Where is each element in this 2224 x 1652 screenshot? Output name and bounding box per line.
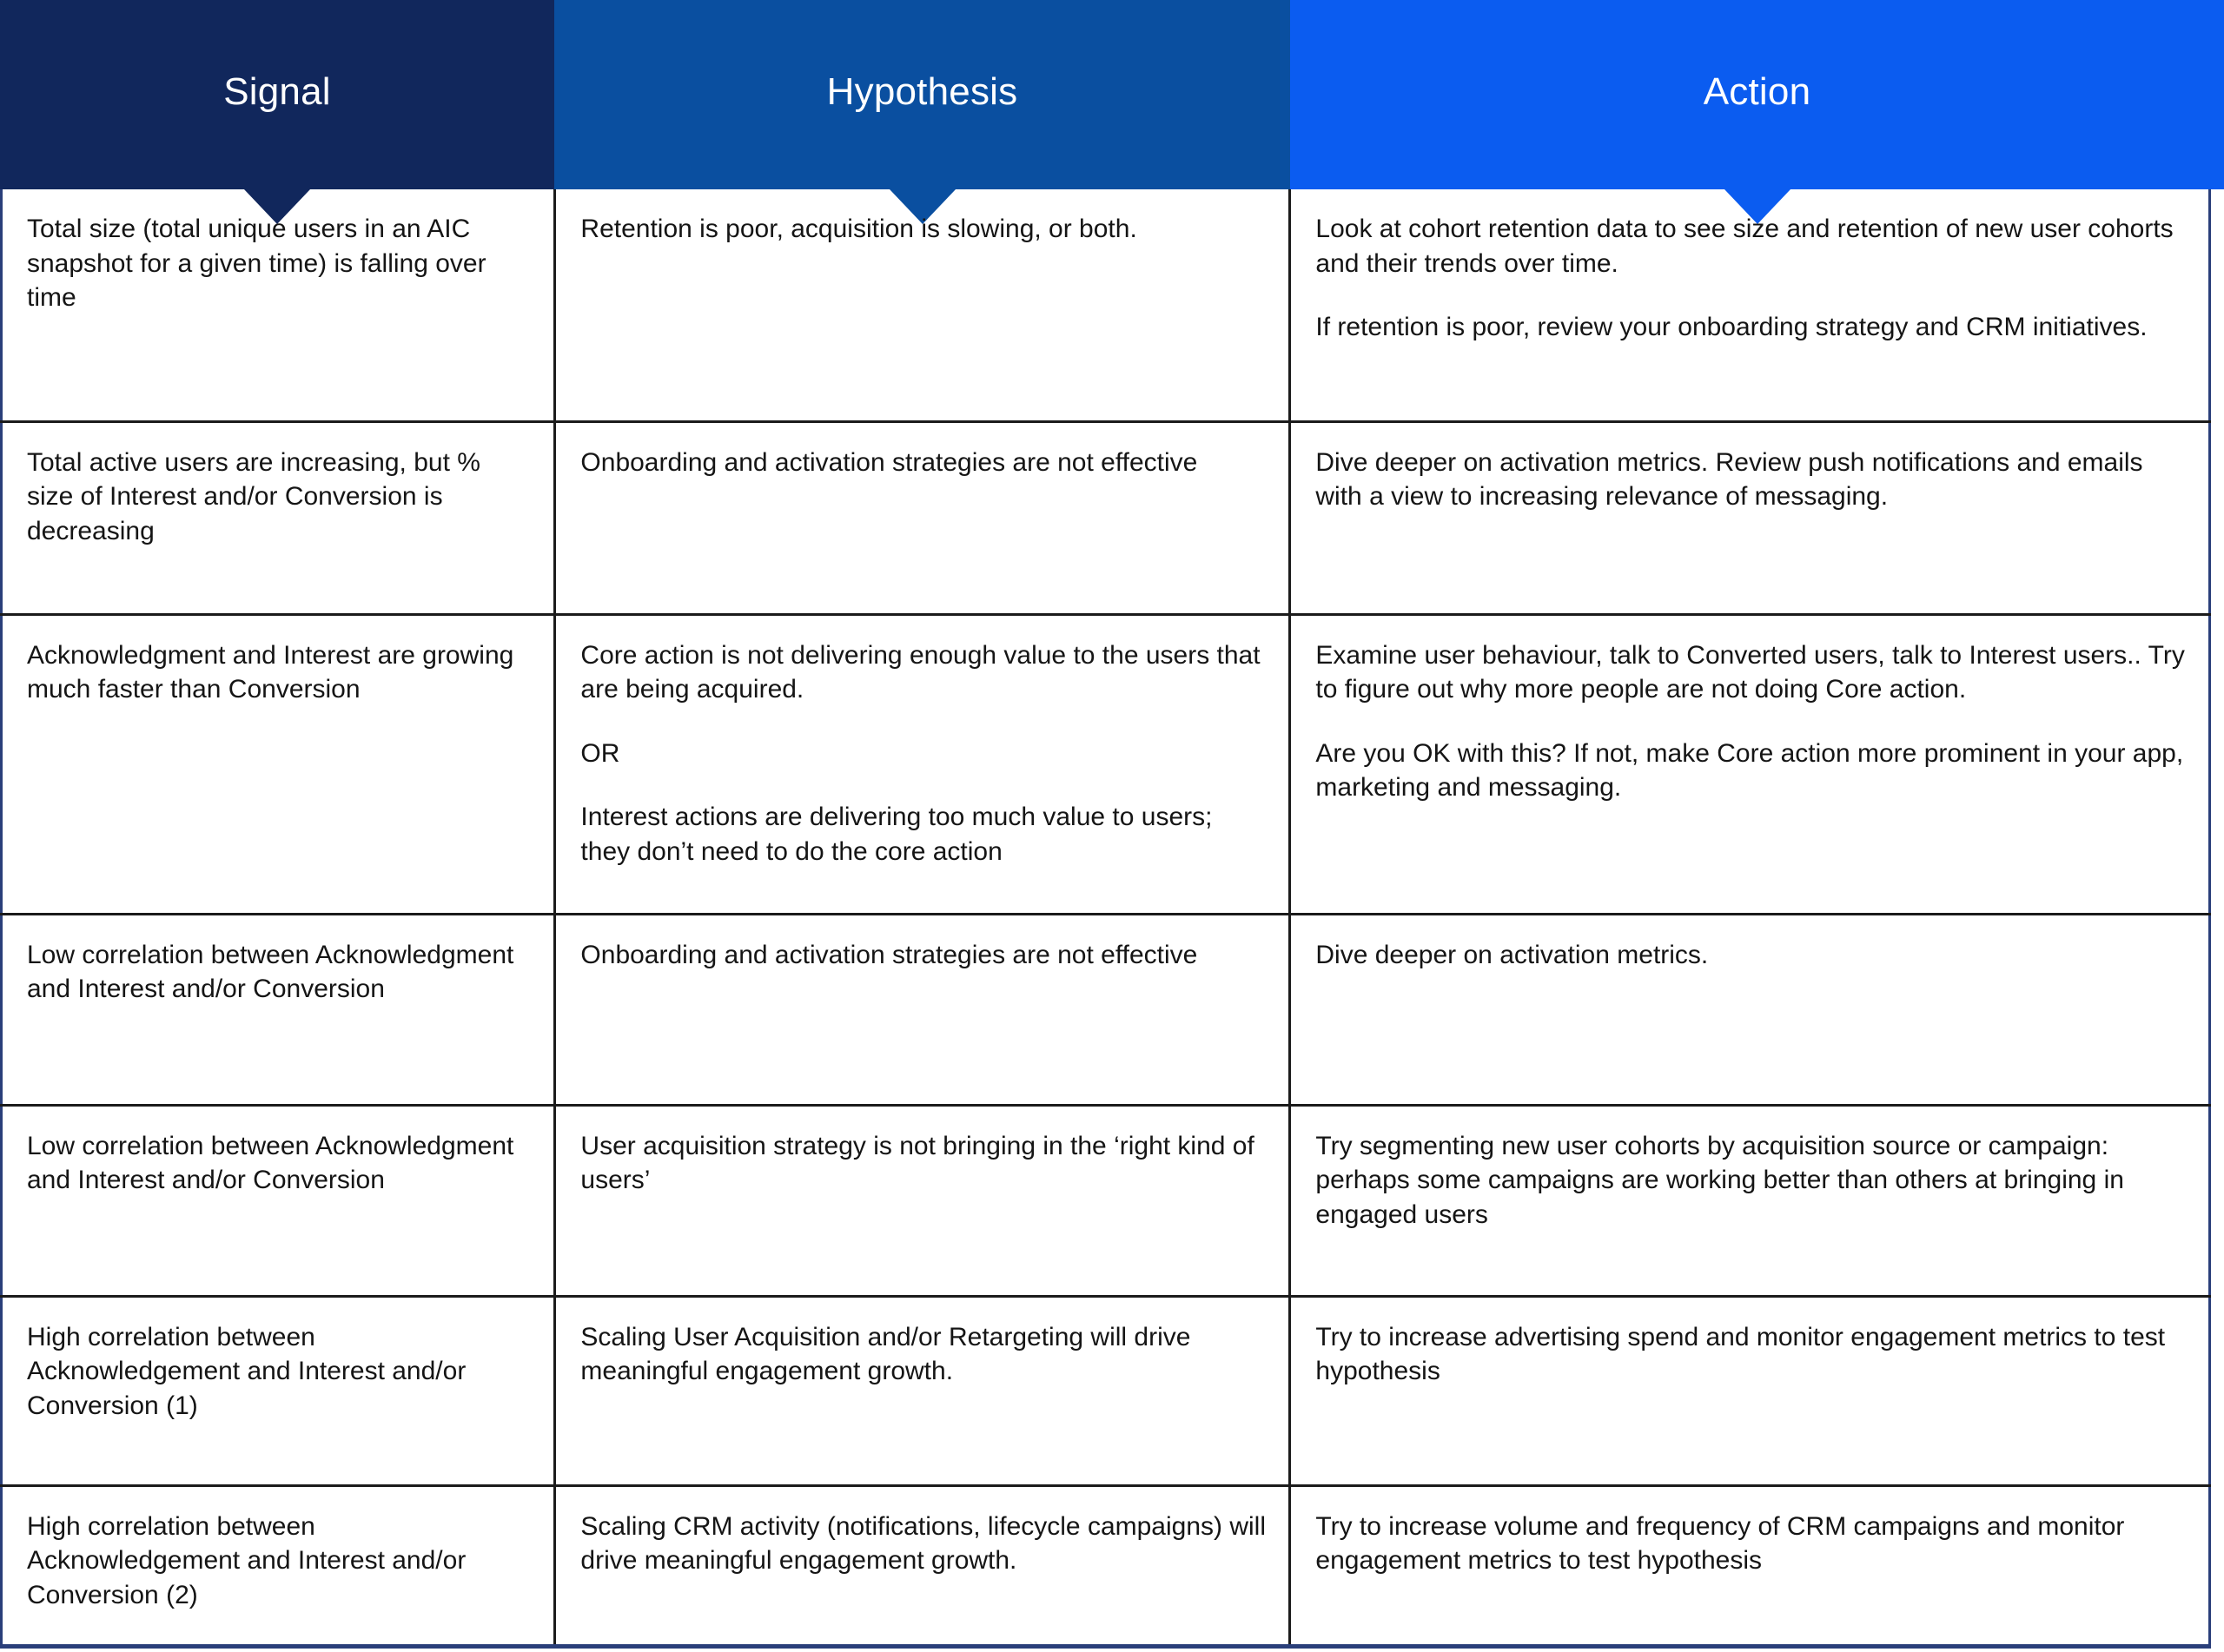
column-header-hypothesis-label: Hypothesis	[826, 70, 1018, 113]
hypothesis-text-2: Interest actions are delivering too much…	[580, 803, 1213, 866]
action-text-1: Examine user behaviour, talk to Converte…	[1315, 640, 2185, 704]
cell-hypothesis: Core action is not delivering enough val…	[554, 614, 1292, 915]
cell-action: Try segmenting new user cohorts by acqui…	[1289, 1105, 2210, 1298]
signal-hypothesis-action-table: Total size (total unique users in an AIC…	[0, 189, 2211, 1649]
action-text-2: Are you OK with this? If not, make Core …	[1315, 738, 2184, 803]
hypothesis-text: User acquisition strategy is not bringin…	[580, 1131, 1254, 1195]
hypothesis-text: Onboarding and activation strategies are…	[580, 447, 1198, 477]
table-row: Low correlation between Acknowledgment a…	[1, 914, 2210, 1107]
column-header-hypothesis: Hypothesis	[554, 0, 1290, 224]
column-header-action: Action	[1290, 0, 2224, 224]
table-header-band: Signal Hypothesis Action	[0, 0, 2224, 224]
signal-text: Low correlation between Acknowledgment a…	[27, 940, 514, 1004]
hypothesis-text-1: Core action is not delivering enough val…	[580, 640, 1261, 704]
table-row: Total size (total unique users in an AIC…	[1, 189, 2210, 423]
action-text-1: Try to increase volume and frequency of …	[1315, 1511, 2125, 1576]
hypothesis-or-separator: OR	[580, 738, 620, 768]
cell-action: Dive deeper on activation metrics. Revie…	[1289, 421, 2210, 616]
signal-text: Total active users are increasing, but %…	[27, 447, 480, 545]
signal-text: High correlation between Acknowledgement…	[27, 1322, 467, 1420]
hypothesis-text: Retention is poor, acquisition is slowin…	[580, 215, 1137, 243]
table-row: High correlation between Acknowledgement…	[1, 1485, 2210, 1646]
cell-signal: Low correlation between Acknowledgment a…	[1, 1105, 557, 1298]
cell-hypothesis: Retention is poor, acquisition is slowin…	[554, 189, 1292, 423]
cell-hypothesis: Scaling CRM activity (notifications, lif…	[554, 1485, 1292, 1646]
cell-action: Try to increase advertising spend and mo…	[1289, 1296, 2210, 1487]
action-text-1: Dive deeper on activation metrics.	[1315, 940, 1709, 969]
cell-signal: Acknowledgment and Interest are growing …	[1, 614, 557, 915]
cell-hypothesis: Onboarding and activation strategies are…	[554, 421, 1292, 616]
signal-text: Total size (total unique users in an AIC…	[27, 215, 486, 313]
column-header-signal-label: Signal	[223, 70, 331, 113]
cell-action: Look at cohort retention data to see siz…	[1289, 189, 2210, 423]
cell-action: Try to increase volume and frequency of …	[1290, 1485, 2210, 1646]
hypothesis-text: Scaling CRM activity (notifications, lif…	[580, 1511, 1267, 1576]
column-header-action-label: Action	[1703, 70, 1811, 113]
signal-hypothesis-action-table-page: Signal Hypothesis Action Total size (tot…	[0, 0, 2224, 1652]
column-header-signal: Signal	[0, 0, 554, 224]
action-text-1: Try to increase advertising spend and mo…	[1315, 1322, 2166, 1386]
table-row: Acknowledgment and Interest are growing …	[1, 614, 2210, 915]
cell-signal: High correlation between Acknowledgement…	[1, 1296, 557, 1487]
cell-action: Examine user behaviour, talk to Converte…	[1289, 614, 2210, 915]
cell-signal: Low correlation between Acknowledgment a…	[1, 914, 557, 1107]
cell-hypothesis: User acquisition strategy is not bringin…	[554, 1105, 1292, 1298]
cell-signal: Total active users are increasing, but %…	[1, 421, 557, 616]
table-row: Total active users are increasing, but %…	[1, 421, 2210, 616]
cell-action: Dive deeper on activation metrics.	[1289, 914, 2210, 1107]
hypothesis-text: Onboarding and activation strategies are…	[580, 940, 1198, 969]
action-text-1: Try segmenting new user cohorts by acqui…	[1315, 1131, 2124, 1229]
signal-text: Low correlation between Acknowledgment a…	[27, 1131, 514, 1195]
cell-hypothesis: Scaling User Acquisition and/or Retarget…	[554, 1296, 1292, 1487]
table-row: Low correlation between Acknowledgment a…	[1, 1105, 2210, 1298]
cell-signal: High correlation between Acknowledgement…	[1, 1485, 557, 1646]
action-text-1: Look at cohort retention data to see siz…	[1315, 215, 2174, 278]
cell-hypothesis: Onboarding and activation strategies are…	[554, 914, 1292, 1107]
hypothesis-text: Scaling User Acquisition and/or Retarget…	[580, 1322, 1191, 1386]
table-row: High correlation between Acknowledgement…	[1, 1296, 2210, 1487]
signal-text: Acknowledgment and Interest are growing …	[27, 640, 514, 704]
action-text-1: Dive deeper on activation metrics. Revie…	[1315, 447, 2143, 512]
signal-text: High correlation between Acknowledgement…	[27, 1511, 467, 1609]
cell-signal: Total size (total unique users in an AIC…	[1, 189, 557, 423]
action-text-2: If retention is poor, review your onboar…	[1315, 313, 2148, 342]
